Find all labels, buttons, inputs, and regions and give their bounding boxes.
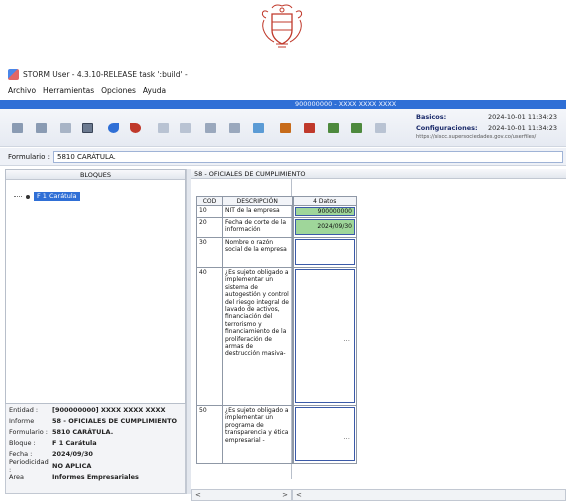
entity-header-bar: 900000000 - XXXX XXXX XXXX [0,100,566,109]
tree-node-icon [26,194,30,199]
tree-item-label: F 1 Carátula [34,192,80,201]
ptee-select[interactable]: ... [294,407,355,461]
col-desc-header: DESCRIPCIÓN [222,196,293,206]
grid-icon[interactable] [205,123,216,133]
informe-label: Informe [9,416,35,425]
row-cod: 10 [196,205,223,218]
nit-value-cell[interactable]: 900000000 [294,207,355,216]
row-desc: ¿Es sujeto obligado a implementar un pro… [222,405,293,464]
table-row: 30 Nombre o razón social de la empresa [196,237,357,268]
table-row: 10 NIT de la empresa 900000000 [196,205,357,218]
userfiles-url[interactable]: https://siscc.supersociedades.gov.co/use… [416,134,566,140]
filter-icon[interactable] [158,123,169,133]
scroll-left-arrow-icon[interactable]: < [195,490,201,500]
sync-info-panel: Basicos: 2024-10-01 11:34:23 Configuraci… [416,111,566,141]
informe-value: 58 - OFICIALES DE CUMPLIMIENTO [52,416,178,425]
entity-header-title: 900000000 - XXXX XXXX XXXX [295,100,397,108]
scroll-left-arrow-icon[interactable]: < [296,490,302,500]
entidad-value: [900000000] XXXX XXXX XXXX [52,405,166,414]
row-desc: Nombre o razón social de la empresa [222,237,293,268]
area-value: Informes Empresariales [52,472,139,481]
row-cod: 30 [196,237,223,268]
attachment-icon[interactable] [375,123,386,133]
config-value: 2024-10-01 11:34:23 [488,123,558,132]
table-icon[interactable] [229,123,240,133]
bloques-header: BLOQUES [6,170,185,180]
basicos-label: Basicos: [416,112,447,121]
sagrilaft-select[interactable]: ... [294,269,355,403]
fecha-value: 2024/09/30 [52,450,93,459]
report-header: 58 - OFICIALES DE CUMPLIMIENTO [191,169,566,179]
menu-archivo[interactable]: Archivo [8,86,36,97]
ellipsis-icon: ... [343,433,350,441]
right-horizontal-scrollbar[interactable]: < [292,489,566,501]
row-desc: Fecha de corte de la información [222,217,293,238]
data-table: COD DESCRIPCIÓN 4 Datos 10 NIT de la emp… [196,196,357,464]
ellipsis-icon: ... [343,335,350,343]
config-label: Configuraciones: [416,123,478,132]
bloques-panel: BLOQUES F 1 Carátula [5,169,186,404]
left-horizontal-scrollbar[interactable]: < > [191,489,292,501]
open-folder-icon[interactable] [36,123,47,133]
export-icon[interactable] [130,123,141,133]
table-header-row: COD DESCRIPCIÓN 4 Datos [196,196,357,206]
row-desc: ¿Es sujeto obligado a implementar un sis… [222,267,293,406]
menu-opciones[interactable]: Opciones [101,86,136,97]
basicos-value: 2024-10-01 11:34:23 [488,112,558,121]
row-cod: 50 [196,405,223,464]
formulario-row: Formulario : 5810 CARÁTULA. [0,148,566,166]
chart-icon[interactable] [253,123,264,133]
undo-icon[interactable] [108,123,119,133]
validate-icon[interactable] [280,123,291,133]
row-desc: NIT de la empresa [222,205,293,218]
table-row: 20 Fecha de corte de la información 2024… [196,217,357,238]
bloque-value: F 1 Carátula [52,439,97,448]
row-cod: 20 [196,217,223,238]
table-row: 50 ¿Es sujeto obligado a implementar un … [196,405,357,464]
save-icon[interactable] [60,123,71,133]
window-title: STORM User - 4.3.10-RELEASE task ':build… [23,70,188,79]
menu-ayuda[interactable]: Ayuda [143,86,166,97]
periodicidad-value: NO APLICA [52,461,92,470]
send-icon[interactable] [304,123,315,133]
formulario-info-label: Formulario : [9,427,48,436]
entity-info-box: Entidad : [900000000] XXXX XXXX XXXX Info… [5,404,186,494]
col-cod-header: COD [196,196,223,206]
entidad-label: Entidad : [9,405,39,414]
tree-item-caratula[interactable]: F 1 Carátula [14,192,80,201]
menu-herramientas[interactable]: Herramientas [43,86,94,97]
menu-bar: Archivo Herramientas Opciones Ayuda [8,86,166,97]
export-excel-icon[interactable] [351,123,362,133]
razon-social-input[interactable] [294,239,355,265]
new-document-icon[interactable] [12,123,23,133]
row-cod: 40 [196,267,223,406]
clear-filter-icon[interactable] [180,123,191,133]
storm-app-icon [8,69,19,80]
tree-connector [14,196,22,197]
bloque-label: Bloque : [9,439,36,448]
import-icon[interactable] [328,123,339,133]
formulario-select[interactable]: 5810 CARÁTULA. [53,151,563,163]
coat-of-arms-emblem [261,4,303,48]
scroll-right-arrow-icon[interactable]: > [282,490,288,500]
print-icon[interactable] [82,123,93,133]
formulario-info-value: 5810 CARÁTULA. [52,427,114,436]
periodicidad-label: Periodicidad : [9,457,49,474]
fecha-corte-value-cell[interactable]: 2024/09/30 [294,219,355,235]
formulario-label: Formulario : [8,153,50,161]
window-titlebar: STORM User - 4.3.10-RELEASE task ':build… [8,68,188,81]
area-label: Area [9,472,24,481]
table-row: 40 ¿Es sujeto obligado a implementar un … [196,267,357,406]
col-dato-header: 4 Datos [291,196,357,206]
